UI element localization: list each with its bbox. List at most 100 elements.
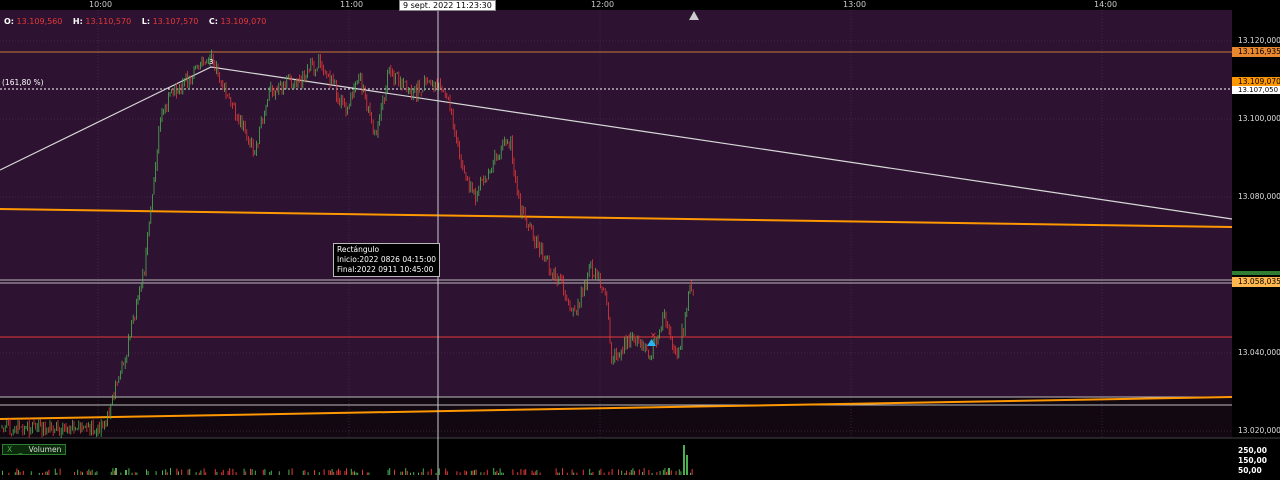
volume-bar <box>539 472 541 475</box>
volume-bar <box>410 472 411 475</box>
volume-bar <box>501 472 503 475</box>
volume-bar <box>18 469 19 475</box>
volume-bar <box>304 470 306 475</box>
volume-bar <box>600 468 602 475</box>
volume-bar <box>389 468 391 475</box>
volume-bar <box>86 470 88 475</box>
volume-bar <box>598 470 600 475</box>
volume-bar <box>91 469 93 475</box>
volume-bar <box>662 469 664 475</box>
volume-bar <box>245 471 247 475</box>
open-label: O: <box>4 17 14 26</box>
volume-bar <box>270 470 272 475</box>
price-chart[interactable]: ✕ <box>0 0 1280 480</box>
volume-bar <box>422 468 424 475</box>
volume-bar <box>629 472 631 475</box>
volume-bar <box>178 471 179 475</box>
volume-bar <box>291 468 293 475</box>
price-tick: 13.020,000 <box>1238 426 1280 435</box>
volume-bar <box>176 468 178 475</box>
volume-bar <box>630 469 632 475</box>
volume-bar <box>366 472 368 475</box>
volume-bar <box>624 472 626 475</box>
volume-bar <box>675 471 677 475</box>
volume-bar <box>464 470 466 475</box>
volume-bar <box>88 469 90 475</box>
volume-bar <box>110 471 112 475</box>
volume-bar <box>250 468 251 475</box>
minimize-icon[interactable]: _ <box>19 445 23 454</box>
wave-point-label: 3 <box>209 58 214 66</box>
volume-bar <box>562 468 563 475</box>
tooltip-title: Rectángulo <box>337 245 380 254</box>
volume-bar <box>656 472 658 475</box>
volume-bar <box>221 472 223 475</box>
time-tick-1300: 13:00 <box>843 0 867 9</box>
volume-bar <box>136 472 138 475</box>
volume-bar <box>357 472 359 475</box>
triangle-up-marker-icon[interactable] <box>689 11 699 20</box>
volume-bar <box>466 471 467 475</box>
close-value: 13.109,070 <box>220 17 267 26</box>
time-tick-1400: 14:00 <box>1094 0 1118 9</box>
close-icon[interactable]: X <box>7 445 12 454</box>
tooltip-start: Inicio:2022 0826 04:15:00 <box>337 255 436 264</box>
volume-bar <box>502 472 504 475</box>
volume-bar <box>589 468 591 475</box>
price-tick: 13.080,000 <box>1238 192 1280 201</box>
volume-bar <box>690 472 691 475</box>
volume-bar <box>330 470 331 475</box>
chart-lower-zone <box>0 397 1232 438</box>
price-tick: 13.040,000 <box>1238 348 1280 357</box>
volume-bar <box>181 469 183 475</box>
volume-bar <box>445 468 447 475</box>
volume-bar <box>421 472 423 475</box>
volume-bar <box>534 471 536 475</box>
volume-bar <box>459 472 461 475</box>
volume-bar <box>517 472 519 475</box>
volume-bar <box>90 471 91 475</box>
volume-legend[interactable]: X _ Volumen <box>2 444 67 455</box>
volume-bar <box>16 468 18 475</box>
crosshair-time-label: 9 sept. 2022 11:23:30 <box>399 0 496 11</box>
volume-bar <box>42 472 43 475</box>
volume-bar <box>402 471 403 475</box>
fib-level-label: (161,80 %) <box>2 78 44 87</box>
volume-bar <box>648 470 650 475</box>
volume-bar <box>80 471 82 475</box>
volume-bar <box>22 470 24 475</box>
volume-bar <box>405 468 407 475</box>
volume-bar <box>576 472 578 475</box>
volume-bar <box>200 470 202 475</box>
volume-bar <box>77 469 79 475</box>
volume-bar <box>328 470 330 475</box>
volume-bar <box>195 472 197 475</box>
volume-bar <box>278 471 280 475</box>
volume-bar <box>128 468 130 475</box>
volume-bar <box>346 468 347 475</box>
volume-tick: 250,00 <box>1238 446 1267 455</box>
price-tick: 13.100,000 <box>1238 114 1280 123</box>
volume-bar <box>229 468 231 475</box>
volume-bar <box>566 472 568 475</box>
volume-bar <box>131 472 133 475</box>
volume-bar <box>475 469 477 475</box>
volume-bar <box>333 471 335 475</box>
volume-bar <box>214 469 216 475</box>
volume-bar <box>626 470 627 475</box>
volume-bar <box>198 472 200 475</box>
tooltip-end: Final:2022 0911 10:45:00 <box>337 265 434 274</box>
volume-bar <box>125 470 127 475</box>
volume-bar <box>621 470 623 475</box>
volume-bar <box>446 471 448 475</box>
volume-bar <box>531 470 533 475</box>
volume-bar <box>499 468 501 475</box>
volume-bar <box>45 471 47 475</box>
volume-bar <box>456 471 458 475</box>
volume-bar <box>355 472 357 475</box>
volume-bar <box>413 472 415 475</box>
volume-bar <box>187 469 189 475</box>
volume-bar <box>632 468 634 475</box>
volume-bar <box>314 470 315 475</box>
volume-bar <box>264 469 266 475</box>
